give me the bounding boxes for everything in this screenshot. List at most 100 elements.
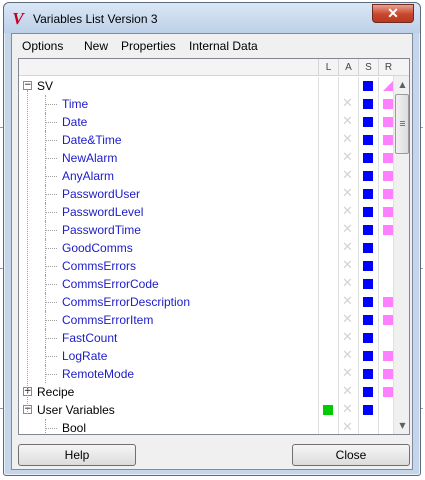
- cell-l[interactable]: [318, 383, 338, 401]
- cell-l[interactable]: [318, 329, 338, 347]
- cell-a[interactable]: ✕: [338, 239, 358, 257]
- cell-l[interactable]: [318, 185, 338, 203]
- cell-a[interactable]: ✕: [338, 113, 358, 131]
- tree-item[interactable]: PasswordUser ✕: [19, 185, 393, 203]
- tree-item[interactable]: CommsErrorCode ✕: [19, 275, 393, 293]
- cell-a[interactable]: ✕: [338, 185, 358, 203]
- cell-s[interactable]: [358, 149, 378, 167]
- blue-square-icon: [363, 99, 373, 109]
- cell-l[interactable]: [318, 95, 338, 113]
- cell-a[interactable]: ✕: [338, 311, 358, 329]
- cell-s[interactable]: [358, 365, 378, 383]
- title-bar[interactable]: V Variables List Version 3 ✕: [4, 3, 420, 33]
- tree-item[interactable]: − User Variables ✕: [19, 401, 393, 419]
- cell-l[interactable]: [318, 239, 338, 257]
- collapse-icon[interactable]: −: [23, 81, 32, 90]
- cell-l[interactable]: [318, 275, 338, 293]
- cell-a[interactable]: ✕: [338, 221, 358, 239]
- tree-item-label: Recipe: [37, 385, 75, 399]
- cell-s[interactable]: [358, 131, 378, 149]
- tree-item[interactable]: PasswordTime ✕: [19, 221, 393, 239]
- cell-l[interactable]: [318, 77, 338, 95]
- menu-options[interactable]: Options: [22, 39, 63, 53]
- cell-l[interactable]: [318, 167, 338, 185]
- cell-s[interactable]: [358, 167, 378, 185]
- cell-l[interactable]: [318, 365, 338, 383]
- cell-a[interactable]: ✕: [338, 203, 358, 221]
- cell-l[interactable]: [318, 347, 338, 365]
- tree-item[interactable]: Date&Time ✕: [19, 131, 393, 149]
- tree-item[interactable]: PasswordLevel ✕: [19, 203, 393, 221]
- column-header-a[interactable]: A: [338, 59, 358, 76]
- cell-a[interactable]: ✕: [338, 131, 358, 149]
- cell-s[interactable]: [358, 401, 378, 419]
- cell-s[interactable]: [358, 203, 378, 221]
- column-header-r[interactable]: R: [378, 59, 398, 76]
- cell-s[interactable]: [358, 113, 378, 131]
- cell-s[interactable]: [358, 257, 378, 275]
- menu-new[interactable]: New: [84, 39, 108, 53]
- tree-item[interactable]: CommsErrorItem ✕: [19, 311, 393, 329]
- cell-a[interactable]: ✕: [338, 347, 358, 365]
- cell-s[interactable]: [358, 329, 378, 347]
- menu-internal-data[interactable]: Internal Data: [189, 39, 258, 53]
- tree-item[interactable]: AnyAlarm ✕: [19, 167, 393, 185]
- cell-s[interactable]: [358, 311, 378, 329]
- tree-item[interactable]: Time ✕: [19, 95, 393, 113]
- cell-l[interactable]: [318, 149, 338, 167]
- cell-s[interactable]: [358, 419, 378, 434]
- cell-a[interactable]: ✕: [338, 365, 358, 383]
- vertical-scrollbar[interactable]: ▲ ▼: [393, 76, 409, 434]
- help-button[interactable]: Help: [18, 444, 136, 466]
- cell-s[interactable]: [358, 293, 378, 311]
- tree-item[interactable]: Bool ✕: [19, 419, 393, 434]
- tree-item[interactable]: − SV: [19, 77, 393, 95]
- arrow-up-icon[interactable]: ▲: [394, 76, 409, 93]
- cell-l[interactable]: [318, 221, 338, 239]
- tree-item[interactable]: NewAlarm ✕: [19, 149, 393, 167]
- cell-s[interactable]: [358, 239, 378, 257]
- tree-item[interactable]: LogRate ✕: [19, 347, 393, 365]
- cell-a[interactable]: ✕: [338, 329, 358, 347]
- cell-a[interactable]: ✕: [338, 419, 358, 434]
- arrow-down-icon[interactable]: ▼: [394, 417, 409, 434]
- menu-properties[interactable]: Properties: [121, 39, 176, 53]
- cell-l[interactable]: [318, 113, 338, 131]
- cell-s[interactable]: [358, 275, 378, 293]
- column-header-s[interactable]: S: [358, 59, 378, 76]
- cell-a[interactable]: ✕: [338, 275, 358, 293]
- cell-a[interactable]: ✕: [338, 167, 358, 185]
- cell-a[interactable]: ✕: [338, 149, 358, 167]
- cell-l[interactable]: [318, 131, 338, 149]
- cell-s[interactable]: [358, 221, 378, 239]
- cell-l[interactable]: [318, 401, 338, 419]
- tree-item[interactable]: Date ✕: [19, 113, 393, 131]
- cell-l[interactable]: [318, 203, 338, 221]
- tree-item[interactable]: RemoteMode ✕: [19, 365, 393, 383]
- cell-s[interactable]: [358, 77, 378, 95]
- tree-item[interactable]: CommsErrorDescription ✕: [19, 293, 393, 311]
- close-button[interactable]: Close: [292, 444, 410, 466]
- tree-item[interactable]: + Recipe ✕: [19, 383, 393, 401]
- cell-l[interactable]: [318, 419, 338, 434]
- cell-l[interactable]: [318, 311, 338, 329]
- column-header-l[interactable]: L: [318, 59, 338, 76]
- cell-a[interactable]: ✕: [338, 293, 358, 311]
- variables-tree-list[interactable]: L A S R − SV Time ✕ Date ✕ Date&Time ✕ NewAlarm ✕…: [18, 58, 410, 435]
- cell-s[interactable]: [358, 347, 378, 365]
- tree-item[interactable]: CommsErrors ✕: [19, 257, 393, 275]
- scrollbar-thumb[interactable]: [395, 94, 409, 154]
- cell-a[interactable]: ✕: [338, 257, 358, 275]
- cell-s[interactable]: [358, 383, 378, 401]
- tree-item[interactable]: FastCount ✕: [19, 329, 393, 347]
- cell-l[interactable]: [318, 293, 338, 311]
- tree-item[interactable]: GoodComms ✕: [19, 239, 393, 257]
- cell-s[interactable]: [358, 185, 378, 203]
- cell-s[interactable]: [358, 95, 378, 113]
- window-close-button[interactable]: ✕: [372, 4, 414, 23]
- cell-a[interactable]: [338, 77, 358, 95]
- cell-a[interactable]: ✕: [338, 95, 358, 113]
- cell-l[interactable]: [318, 257, 338, 275]
- cell-a[interactable]: ✕: [338, 401, 358, 419]
- cell-a[interactable]: ✕: [338, 383, 358, 401]
